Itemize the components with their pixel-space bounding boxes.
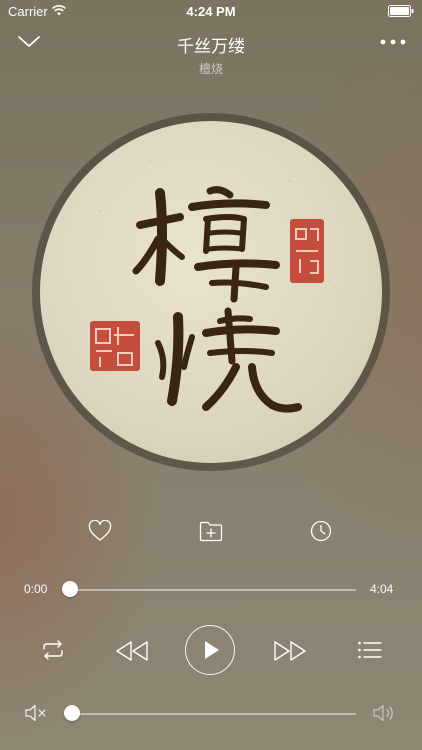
volume-icon xyxy=(372,704,396,727)
clock-icon xyxy=(310,520,332,546)
mute-button[interactable] xyxy=(24,703,48,728)
progress-thumb[interactable] xyxy=(62,581,78,597)
battery-icon xyxy=(388,5,414,20)
album-art xyxy=(40,121,382,463)
total-time: 4:04 xyxy=(370,582,394,596)
artist-name: 檀烧 xyxy=(198,62,223,76)
repeat-button[interactable] xyxy=(40,640,66,665)
add-to-folder-icon xyxy=(199,521,223,546)
like-button[interactable] xyxy=(88,519,112,547)
status-bar: Carrier 4:24 PM xyxy=(0,0,422,22)
rewind-button[interactable] xyxy=(115,640,149,667)
seal-stamp-left xyxy=(90,321,140,371)
seal-stamp-right xyxy=(290,219,324,283)
album-art-calligraphy xyxy=(90,160,331,422)
song-title: 千丝万缕 xyxy=(177,37,245,56)
fast-forward-icon xyxy=(273,641,307,666)
repeat-icon xyxy=(40,640,66,664)
playlist-button[interactable] xyxy=(357,640,383,665)
playlist-icon xyxy=(357,641,383,664)
status-time: 4:24 PM xyxy=(186,4,236,19)
heart-icon xyxy=(88,519,112,546)
play-icon xyxy=(203,640,221,665)
volume-max-button[interactable] xyxy=(372,703,396,728)
player-screen: Carrier 4:24 PM 千丝万缕 檀烧 0:00 4:04 xyxy=(0,0,422,750)
more-button[interactable] xyxy=(378,32,408,52)
sleep-timer-button[interactable] xyxy=(310,520,332,547)
mute-icon xyxy=(24,704,48,727)
rewind-icon xyxy=(115,641,149,666)
play-button[interactable] xyxy=(185,625,235,675)
volume-track[interactable] xyxy=(72,713,356,715)
volume-thumb[interactable] xyxy=(64,705,80,721)
more-icon xyxy=(378,39,408,56)
progress-track[interactable] xyxy=(70,589,356,591)
add-to-playlist-button[interactable] xyxy=(199,520,223,547)
current-time: 0:00 xyxy=(24,582,48,596)
fast-forward-button[interactable] xyxy=(273,640,307,667)
